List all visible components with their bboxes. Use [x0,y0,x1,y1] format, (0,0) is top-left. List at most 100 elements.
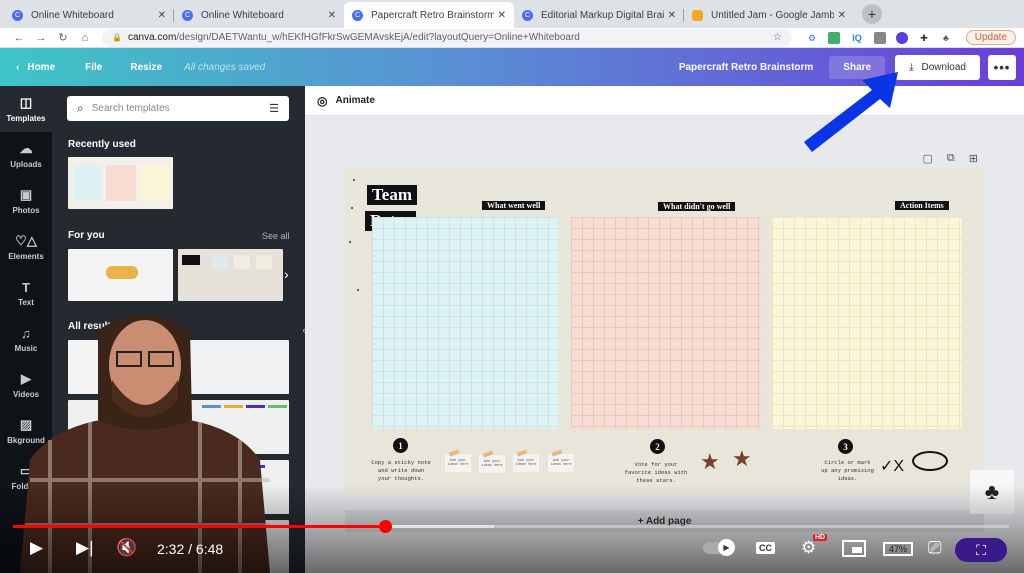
sidebar-item-label: Uploads [10,160,42,169]
canva-favicon-icon: C [522,9,533,21]
lock-icon: 🔒 [112,33,122,42]
add-page-icon[interactable]: ⊞ [969,152,978,165]
animate-button[interactable]: Animate [335,95,374,106]
search-icon: ⌕ [77,101,84,115]
back-arrow-icon[interactable]: ← [8,32,30,44]
url-path: /design/DAETWantu_w/hEKfHGfFkrSwGEMAvskE… [176,32,580,43]
animate-icon: ◎ [317,93,328,108]
scrubber-handle[interactable] [378,520,392,533]
download-label: Download [921,61,966,73]
forward-arrow-icon[interactable]: → [30,32,52,44]
new-tab-button[interactable]: + [862,4,882,24]
upload-cloud-icon: ☁ [19,141,33,156]
whiteboard-design[interactable]: Team Retro What went well What didn't go… [345,169,984,495]
star-sticker-icon[interactable]: ★ [732,446,752,472]
tab-title: Untitled Jam - Google Jamboa [711,9,834,21]
extension-icon[interactable] [874,31,886,44]
file-menu[interactable]: File [85,62,102,73]
add-note-icon[interactable]: ▢ [923,152,933,165]
close-tab-icon[interactable]: ✕ [498,10,506,21]
cast-icon[interactable]: ⎚ [928,538,942,558]
template-thumbnail-mindmap[interactable] [68,249,173,301]
check-x-mark-icon[interactable]: ✓X [880,456,904,476]
save-status: All changes saved [184,61,266,73]
sidebar-item-label: Text [18,297,34,307]
column-what-went-well[interactable] [372,217,558,429]
screen: C Online Whiteboard ✕ C Online Whiteboar… [0,0,1024,573]
canva-favicon-icon: C [12,9,23,21]
close-tab-icon[interactable]: ✕ [838,10,846,21]
sidebar-item-label: Templates [6,114,46,123]
sidebar-item-elements[interactable]: ♡△ Elements [0,224,52,270]
video-progress-bar[interactable] [13,520,1009,533]
animate-toolbar: ◎ Animate [305,86,1024,116]
close-tab-icon[interactable]: ✕ [158,10,166,21]
browser-tab[interactable]: C Editorial Markup Digital Brainst ✕ [514,2,684,28]
browser-tab[interactable]: Untitled Jam - Google Jamboa ✕ [684,2,854,28]
resize-menu[interactable]: Resize [130,62,162,73]
tab-title: Online Whiteboard [201,9,284,21]
extension-iq-icon[interactable]: IQ [850,32,864,44]
autoplay-toggle[interactable]: ▶ [703,539,735,556]
extension-gear-icon[interactable]: ⚙ [806,32,818,44]
star-sticker-icon[interactable]: ★ [700,449,720,475]
sticky-note[interactable]: Add your ideas here [548,454,574,472]
extension-icon[interactable] [828,31,840,44]
filter-sliders-icon[interactable]: ☰ [269,102,279,115]
closed-captions-icon[interactable]: CC [756,542,775,554]
hd-badge: HD [813,534,828,541]
sidebar-item-photos[interactable]: ▣ Photos [0,178,52,224]
template-thumbnail-recent[interactable] [68,157,173,209]
circle-mark-icon[interactable] [912,451,948,471]
extensions-puzzle-icon[interactable]: ✚ [918,32,930,44]
browser-tab-active[interactable]: C Papercraft Retro Brainstorm - ✕ [344,2,514,28]
page-actions: ▢ ⧉ ⊞ [923,152,978,165]
column-heading: Action Items [895,201,949,210]
design-title[interactable]: Papercraft Retro Brainstorm [679,62,813,73]
sticky-note[interactable]: Add your ideas here [445,454,471,472]
profile-tree-icon[interactable]: ♣ [940,32,952,44]
duplicate-page-icon[interactable]: ⧉ [947,152,955,165]
template-thumbnail-blog[interactable] [178,249,283,301]
bookmark-star-icon[interactable]: ☆ [773,32,782,43]
column-heading: What went well [482,201,546,210]
theater-mode-button[interactable]: 47% [883,542,914,556]
video-time: 2:32 / 6:48 [157,541,224,557]
home-link[interactable]: Home [27,62,55,73]
sidebar-item-uploads[interactable]: ☁ Uploads [0,132,52,178]
sidebar-item-templates[interactable]: ◫ Templates [0,86,52,132]
sticky-note[interactable]: Add your ideas here [479,455,505,473]
text-icon: T [22,279,30,295]
jamboard-favicon-icon [692,9,703,21]
photo-icon: ▣ [19,187,33,202]
extension-icon[interactable] [896,31,908,44]
search-templates-input[interactable]: ⌕ Search templates ☰ [67,96,289,121]
address-bar[interactable]: 🔒 canva.com/design/DAETWantu_w/hEKfHGfFk… [102,28,792,47]
close-tab-icon[interactable]: ✕ [668,10,676,21]
muted-volume-icon[interactable]: 🔇 [116,538,137,558]
search-placeholder: Search templates [91,103,170,114]
close-tab-icon[interactable]: ✕ [328,10,336,21]
templates-icon: ◫ [19,95,33,110]
carousel-next-icon[interactable]: › [284,266,289,282]
column-action-items[interactable] [772,217,962,429]
sticky-note[interactable]: Add your ideas here [513,454,539,472]
update-button[interactable]: Update [965,30,1016,45]
next-video-icon[interactable]: ▶| [76,538,94,558]
fullscreen-icon[interactable]: ⛶ [955,538,1007,562]
url-domain: canva.com [127,32,177,43]
sidebar-item-label: Elements [8,252,44,261]
play-icon[interactable]: ▶ [30,538,43,558]
browser-tab[interactable]: C Online Whiteboard ✕ [4,2,174,28]
home-icon[interactable]: ⌂ [74,32,96,44]
browser-toolbar: ← → ↻ ⌂ 🔒 canva.com/design/DAETWantu_w/h… [0,28,1024,48]
recently-used-heading: Recently used [68,139,136,150]
browser-tab[interactable]: C Online Whiteboard ✕ [174,2,344,28]
column-what-didnt-go-well[interactable] [571,217,761,429]
chevron-left-icon[interactable]: ‹ [16,62,19,73]
see-all-link[interactable]: See all [262,231,290,241]
reload-icon[interactable]: ↻ [52,31,74,44]
miniplayer-icon[interactable] [842,540,866,557]
more-options-button[interactable]: ••• [988,54,1016,80]
settings-gear-icon[interactable]: ⚙ HD [801,534,828,558]
